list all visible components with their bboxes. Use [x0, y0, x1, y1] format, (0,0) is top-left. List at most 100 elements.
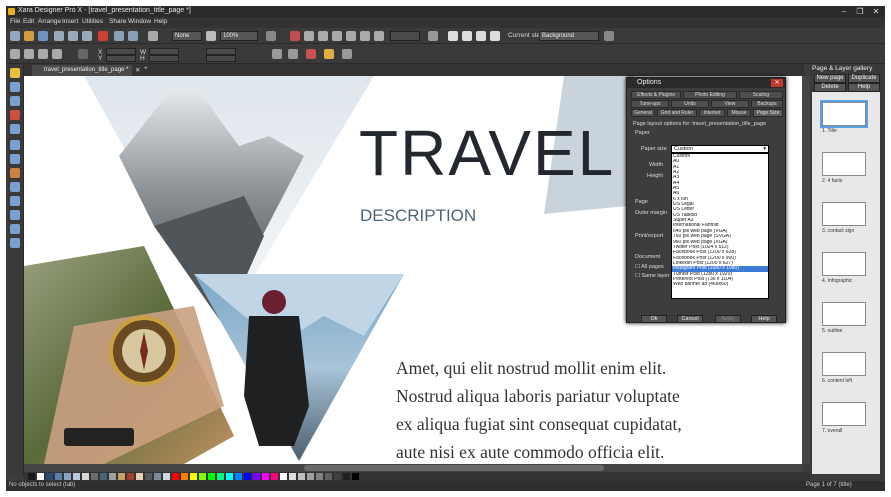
export-icon[interactable] [374, 31, 384, 41]
new-tab-icon[interactable]: + [144, 65, 148, 72]
paper-size-select[interactable]: Custom ▾ [671, 145, 769, 153]
color-swatch[interactable] [145, 473, 152, 480]
color-swatch[interactable] [316, 473, 323, 480]
paper-size-dropdown-list[interactable]: Custom A0 A1 A2 A3 A4 A5 A6 6 x 6in US Legal US Le… [671, 153, 769, 299]
push-tool-icon[interactable] [10, 238, 20, 248]
color-swatch[interactable] [262, 473, 269, 480]
cancel-button[interactable]: Cancel [677, 315, 703, 323]
color-swatch[interactable] [289, 473, 296, 480]
clear-step-icon[interactable] [604, 31, 614, 41]
delete-page-button[interactable]: Delete [814, 83, 846, 92]
menu-insert[interactable]: Insert [62, 18, 78, 25]
current-step-select[interactable]: Background [539, 31, 599, 41]
body-line-1[interactable]: Amet, qui elit nostrud mollit enim elit. [396, 358, 666, 379]
color-swatch[interactable] [46, 473, 53, 480]
text-tool-icon[interactable] [10, 154, 20, 164]
zoom-tool-icon[interactable] [10, 224, 20, 234]
paste-icon[interactable] [68, 31, 78, 41]
tab-tune-ups[interactable]: Tune-ups [631, 100, 669, 108]
tab-effects-plugins[interactable]: Effects & Plugins [631, 91, 681, 99]
y-field[interactable] [106, 55, 136, 62]
page-thumbnail-5[interactable] [822, 302, 866, 326]
color-swatch[interactable] [217, 473, 224, 480]
color-swatch[interactable] [28, 473, 35, 480]
close-window-button[interactable]: ✕ [868, 6, 884, 17]
dialog-close-button[interactable]: ✕ [771, 79, 783, 87]
arrange-icon[interactable] [342, 49, 352, 59]
color-swatch[interactable] [127, 473, 134, 480]
color-swatch[interactable] [307, 473, 314, 480]
menu-utilities[interactable]: Utilities [82, 18, 103, 25]
zoom-icon[interactable] [206, 31, 216, 41]
color-swatch[interactable] [100, 473, 107, 480]
document-tab[interactable]: travel_presentation_title_page * [32, 65, 132, 76]
fill-tool-icon[interactable] [10, 168, 20, 178]
flip-icon[interactable] [38, 49, 48, 59]
transform-icon[interactable] [148, 31, 158, 41]
fill-mode-select[interactable]: None [172, 31, 202, 41]
zoom-select[interactable]: 100% [220, 31, 258, 41]
cut-icon[interactable] [82, 31, 92, 41]
image-icon[interactable] [318, 31, 328, 41]
scale-y-field[interactable] [206, 55, 236, 62]
page-thumbnail-3[interactable] [822, 202, 866, 226]
help-button[interactable]: Help [751, 315, 777, 323]
horizontal-scrollbar[interactable] [24, 464, 802, 472]
page-thumbnail-4[interactable] [822, 252, 866, 276]
pin-icon[interactable] [448, 31, 458, 41]
color-swatch[interactable] [91, 473, 98, 480]
page-thumbnail-6[interactable] [822, 352, 866, 376]
cursor-icon[interactable] [476, 31, 486, 41]
anchor-icon[interactable] [52, 49, 62, 59]
tab-internet[interactable]: Internet [699, 109, 725, 117]
menu-arrange[interactable]: Arrange [38, 18, 61, 25]
menu-file[interactable]: File [10, 18, 20, 25]
gallery-help-button[interactable]: Help [848, 83, 880, 92]
tab-units[interactable]: Units [671, 100, 709, 108]
close-tab-icon[interactable]: ✕ [135, 66, 140, 74]
tab-page-size[interactable]: Page Size [753, 109, 783, 117]
menu-edit[interactable]: Edit [23, 18, 34, 25]
page-thumbnail-2[interactable] [822, 152, 866, 176]
color-swatch[interactable] [55, 473, 62, 480]
color-swatch[interactable] [208, 473, 215, 480]
brush-icon[interactable] [462, 31, 472, 41]
all-pages-checkbox[interactable]: ☐ All pages [635, 264, 664, 270]
copy-icon[interactable] [54, 31, 64, 41]
transparency-tool-icon[interactable] [10, 182, 20, 192]
color-swatch[interactable] [73, 473, 80, 480]
color-swatch[interactable] [37, 473, 44, 480]
color-swatch[interactable] [64, 473, 71, 480]
color-swatch[interactable] [172, 473, 179, 480]
color-swatch[interactable] [118, 473, 125, 480]
w-field[interactable] [149, 48, 179, 55]
web-icon[interactable] [346, 31, 356, 41]
lock-icon[interactable] [306, 49, 316, 59]
arrow-right-icon[interactable] [428, 31, 438, 41]
live-effects-icon[interactable] [290, 31, 300, 41]
color-swatch[interactable] [154, 473, 161, 480]
color-swatch[interactable] [235, 473, 242, 480]
tab-backups[interactable]: Backups [751, 100, 783, 108]
align-icon[interactable] [272, 49, 282, 59]
h-field[interactable] [149, 55, 179, 62]
new-page-button[interactable]: New page [814, 74, 846, 83]
selector-tool-icon[interactable] [10, 68, 20, 78]
color-swatch[interactable] [136, 473, 143, 480]
color-swatch[interactable] [190, 473, 197, 480]
scroll-thumb[interactable] [304, 465, 604, 471]
shape-tool-icon[interactable] [10, 124, 20, 134]
scale-x-field[interactable] [206, 48, 236, 55]
body-line-2[interactable]: Nostrud aliqua laboris pariatur voluptat… [396, 386, 680, 407]
color-swatch[interactable] [244, 473, 251, 480]
menu-share[interactable]: Share [109, 18, 126, 25]
color-swatch[interactable] [298, 473, 305, 480]
node-tool-icon[interactable] [10, 82, 20, 92]
color-swatch[interactable] [343, 473, 350, 480]
x-field[interactable] [106, 48, 136, 55]
color-swatch[interactable] [253, 473, 260, 480]
minimize-button[interactable]: – [836, 6, 852, 17]
tag-icon[interactable] [324, 49, 334, 59]
rotate-icon[interactable] [24, 49, 34, 59]
body-line-4[interactable]: aute nisi ex aute commodo officia elit. [396, 442, 664, 463]
